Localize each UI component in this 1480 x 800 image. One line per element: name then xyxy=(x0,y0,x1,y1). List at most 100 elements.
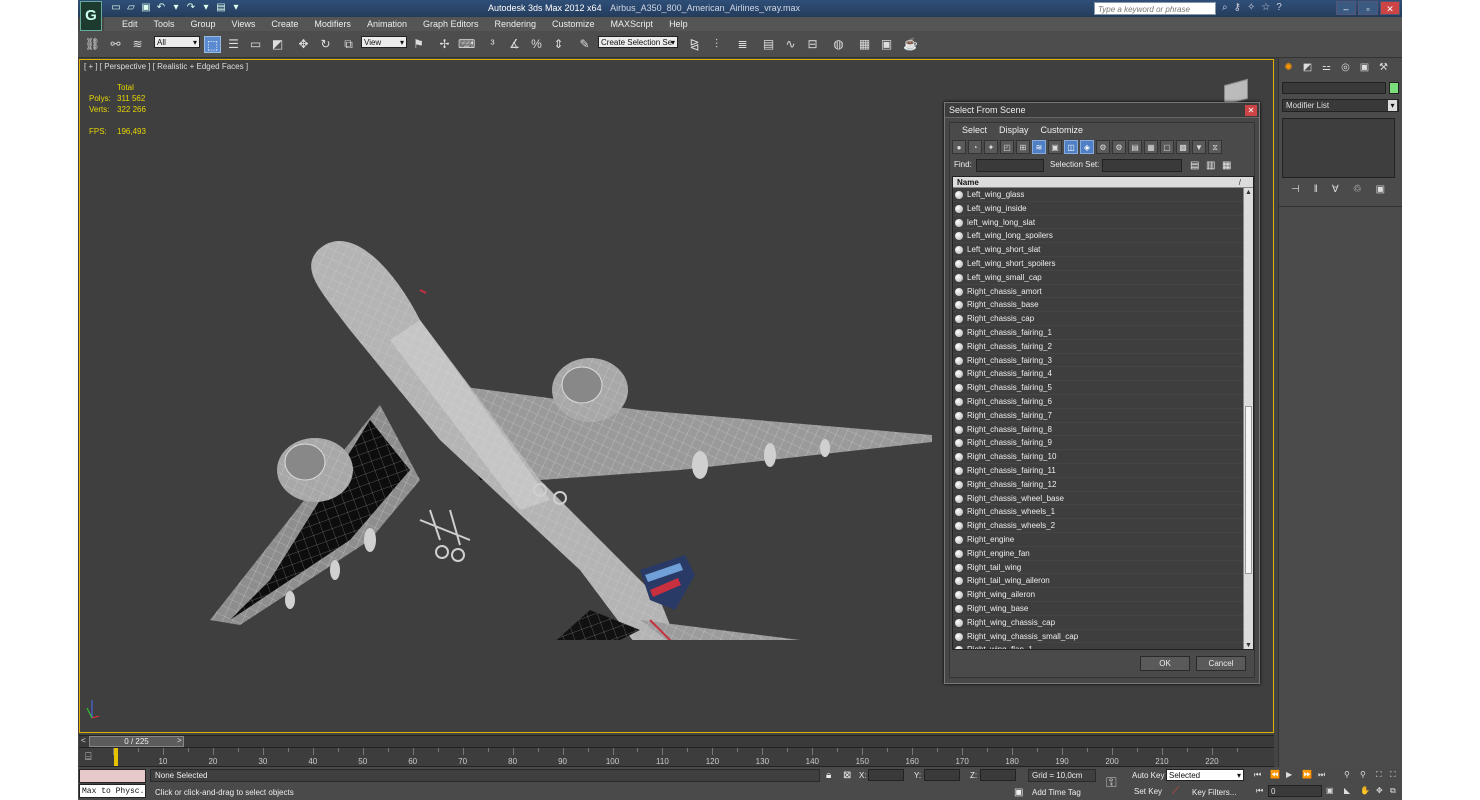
dialog-close-icon[interactable]: ✕ xyxy=(1245,105,1257,116)
previous-frame-icon[interactable]: ⏪ xyxy=(1270,770,1280,779)
angle-snap-icon[interactable]: ∡ xyxy=(506,36,523,53)
make-unique-icon[interactable]: ∀ xyxy=(1332,184,1339,195)
select-by-name-icon[interactable]: ☰ xyxy=(225,36,242,53)
list-item[interactable]: Right_chassis_fairing_12 xyxy=(953,478,1243,492)
list-item[interactable]: Right_chassis_fairing_7 xyxy=(953,409,1243,423)
graphite-ribbon-icon[interactable]: ▤ xyxy=(760,36,777,53)
menu-tools[interactable]: Tools xyxy=(146,17,183,31)
edit-named-selection-icon[interactable]: ✎ xyxy=(576,36,593,53)
scale-icon[interactable]: ⧉ xyxy=(340,36,357,53)
list-item[interactable]: Right_wing_flap_1 xyxy=(953,643,1243,649)
reference-coordinate-dropdown[interactable]: View xyxy=(361,36,407,49)
list-item[interactable]: Left_wing_long_spoilers xyxy=(953,229,1243,244)
zoom-extents-all-icon[interactable]: ⛶ xyxy=(1390,770,1396,780)
menu-edit[interactable]: Edit xyxy=(114,17,146,31)
create-panel-icon[interactable]: ✺ xyxy=(1281,60,1296,75)
list-item[interactable]: Right_chassis_wheels_1 xyxy=(953,505,1243,520)
display-helpers-icon[interactable]: ⊞ xyxy=(1016,140,1030,154)
object-color-swatch[interactable] xyxy=(1389,82,1399,94)
pivot-center-icon[interactable]: ⚑ xyxy=(410,36,427,53)
list-item[interactable]: Left_wing_short_spoilers xyxy=(953,257,1243,271)
key-filters-button[interactable]: Key Filters... xyxy=(1192,788,1236,797)
named-selection-dropdown[interactable]: Create Selection Se xyxy=(598,36,678,49)
list-scrollbar[interactable]: ▲ ▼ xyxy=(1243,188,1253,649)
object-name-field[interactable] xyxy=(1282,82,1386,94)
time-configuration-icon[interactable]: ▣ xyxy=(1326,786,1334,795)
list-item[interactable]: Left_wing_inside xyxy=(953,202,1243,216)
layer-manager-icon[interactable]: ≣ xyxy=(734,36,751,53)
display-geometry-icon[interactable]: ● xyxy=(952,140,966,154)
time-tag-icon[interactable]: ▣ xyxy=(1014,787,1023,798)
list-item[interactable]: Right_chassis_fairing_11 xyxy=(953,464,1243,478)
select-all-icon[interactable]: ▦ xyxy=(1144,140,1158,154)
display-none-icon[interactable]: ⚙ xyxy=(1112,140,1126,154)
list-item[interactable]: Left_wing_short_slat xyxy=(953,243,1243,257)
cancel-button[interactable]: Cancel xyxy=(1196,656,1246,671)
menu-group[interactable]: Group xyxy=(183,17,224,31)
list-item[interactable]: Right_wing_chassis_small_cap xyxy=(953,630,1243,644)
list-item[interactable]: Right_engine_fan xyxy=(953,547,1243,561)
scroll-thumb[interactable] xyxy=(1245,406,1252,574)
list-item[interactable]: Right_chassis_cap xyxy=(953,312,1243,326)
menu-views[interactable]: Views xyxy=(224,17,264,31)
time-slider-prev-icon[interactable]: < xyxy=(81,736,86,745)
link-icon[interactable]: ⛓ xyxy=(84,36,101,53)
current-frame-marker[interactable] xyxy=(114,748,118,766)
select-none-icon[interactable]: ▢ xyxy=(1160,140,1174,154)
find-input[interactable] xyxy=(976,159,1044,172)
modify-panel-icon[interactable]: ◩ xyxy=(1300,60,1315,75)
list-item[interactable]: Right_wing_chassis_cap xyxy=(953,616,1243,630)
scene-object-list[interactable]: Name / Left_wing_glass Left_wing_inside le… xyxy=(952,176,1254,650)
redo-dropdown-icon[interactable]: ▾ xyxy=(200,2,212,14)
display-space-warps-icon[interactable]: ≋ xyxy=(1032,140,1046,154)
key-icon[interactable]: ⚷ xyxy=(1234,2,1241,13)
window-crossing-icon[interactable]: ◩ xyxy=(269,36,286,53)
spinner-snap-icon[interactable]: ⇕ xyxy=(550,36,567,53)
new-file-icon[interactable]: ▭ xyxy=(110,2,122,14)
create-selection-set-icon[interactable]: ▤ xyxy=(1190,160,1199,171)
absolute-mode-icon[interactable]: ⊠ xyxy=(843,770,851,781)
list-item[interactable]: left_wing_long_slat xyxy=(953,216,1243,230)
orbit-icon[interactable]: ✥ xyxy=(1376,786,1383,795)
selection-set-dropdown[interactable] xyxy=(1102,159,1182,172)
select-invert-icon[interactable]: ▩ xyxy=(1176,140,1190,154)
mini-curve-editor-icon[interactable]: ⌸ xyxy=(85,751,92,764)
maximize-viewport-icon[interactable]: ⧉ xyxy=(1390,786,1396,796)
display-panel-icon[interactable]: ▣ xyxy=(1357,60,1372,75)
scroll-up-icon[interactable]: ▲ xyxy=(1244,188,1253,197)
configure-modifier-sets-icon[interactable]: ▣ xyxy=(1376,184,1385,195)
menu-create[interactable]: Create xyxy=(263,17,306,31)
scroll-down-icon[interactable]: ▼ xyxy=(1244,641,1253,649)
menu-rendering[interactable]: Rendering xyxy=(487,17,545,31)
remove-modifier-icon[interactable]: ♲ xyxy=(1353,184,1362,195)
rectangular-selection-icon[interactable]: ▭ xyxy=(247,36,264,53)
list-item[interactable]: Right_chassis_amort xyxy=(953,285,1243,299)
list-item[interactable]: Left_wing_small_cap xyxy=(953,271,1243,285)
bind-space-warp-icon[interactable]: ≋ xyxy=(129,36,146,53)
display-lights-icon[interactable]: ✦ xyxy=(984,140,998,154)
dialog-menu-display[interactable]: Display xyxy=(993,123,1035,137)
add-to-selection-set-icon[interactable]: ▥ xyxy=(1206,160,1215,171)
maxscript-listener-output[interactable] xyxy=(79,769,146,783)
modifier-stack[interactable] xyxy=(1282,118,1395,178)
time-slider[interactable]: < 0 / 225 > xyxy=(79,735,1274,747)
list-item[interactable]: Right_tail_wing_aileron xyxy=(953,574,1243,589)
minimize-button[interactable]: – xyxy=(1336,1,1356,15)
set-key-button[interactable]: Set Key xyxy=(1134,787,1162,796)
zoom-icon[interactable]: ⚲ xyxy=(1344,770,1350,779)
rotate-icon[interactable]: ↻ xyxy=(317,36,334,53)
display-xrefs-icon[interactable]: ◫ xyxy=(1064,140,1078,154)
project-folder-icon[interactable]: ▤ xyxy=(215,2,227,14)
sync-selection-icon[interactable]: ▼ xyxy=(1192,140,1206,154)
ok-button[interactable]: OK xyxy=(1140,656,1190,671)
track-bar[interactable]: ⌸ 10 20 30 40 50 60 70 80 90 100 110 120 130 140 150 16… xyxy=(79,747,1274,767)
close-button[interactable]: ✕ xyxy=(1380,1,1400,15)
dialog-menu-select[interactable]: Select xyxy=(956,123,993,137)
open-file-icon[interactable]: ▱ xyxy=(125,2,137,14)
name-column-header[interactable]: Name / xyxy=(953,177,1253,188)
communication-icon[interactable]: ✧ xyxy=(1247,2,1255,13)
mirror-icon[interactable]: ⧎ xyxy=(686,36,703,53)
utilities-panel-icon[interactable]: ⚒ xyxy=(1376,60,1391,75)
list-item[interactable]: Right_tail_wing xyxy=(953,561,1243,575)
pan-icon[interactable]: ✋ xyxy=(1360,786,1370,795)
